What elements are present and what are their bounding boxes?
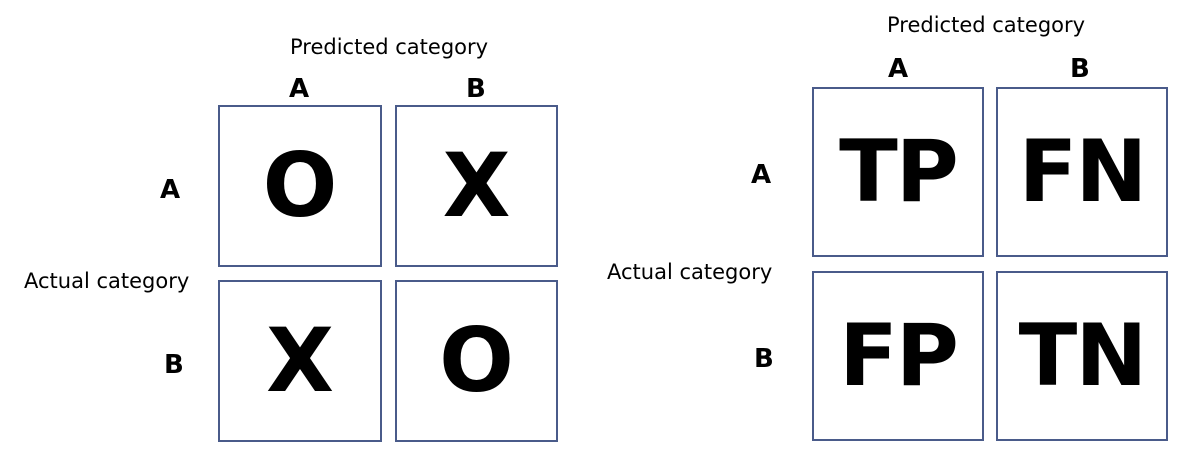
left-actual-category-label: Actual category [24, 269, 190, 293]
left-col-header-a: A [289, 74, 310, 104]
right-cell-b-a-value: FP [839, 306, 959, 406]
right-cell-b-b-value: TN [1018, 306, 1148, 406]
right-actual-category-label: Actual category [607, 260, 773, 284]
right-predicted-category-label: Predicted category [887, 13, 1086, 37]
left-cell-a-a: O [218, 105, 382, 267]
right-cell-b-a: FP [812, 271, 984, 441]
left-row-header-a: A [160, 175, 181, 205]
left-col-header-b: B [466, 74, 486, 104]
left-row-header-b: B [164, 350, 184, 380]
right-col-header-b: B [1070, 54, 1090, 84]
right-cell-a-b: FN [996, 87, 1168, 257]
left-cell-b-b: O [395, 280, 558, 442]
left-cell-a-b: X [395, 105, 558, 267]
right-row-header-b: B [754, 344, 774, 374]
right-col-header-a: A [888, 54, 909, 84]
left-predicted-category-label: Predicted category [290, 35, 489, 59]
right-row-header-a: A [751, 160, 772, 190]
right-cell-a-a-value: TP [839, 122, 959, 222]
left-cell-b-a: X [218, 280, 382, 442]
right-cell-a-b-value: FN [1018, 122, 1148, 222]
left-cell-a-a-value: O [262, 134, 338, 237]
left-cell-a-b-value: X [442, 134, 511, 237]
right-cell-b-b: TN [996, 271, 1168, 441]
left-cell-b-b-value: O [439, 309, 514, 412]
right-cell-a-a: TP [812, 87, 984, 257]
left-cell-b-a-value: X [266, 309, 334, 412]
